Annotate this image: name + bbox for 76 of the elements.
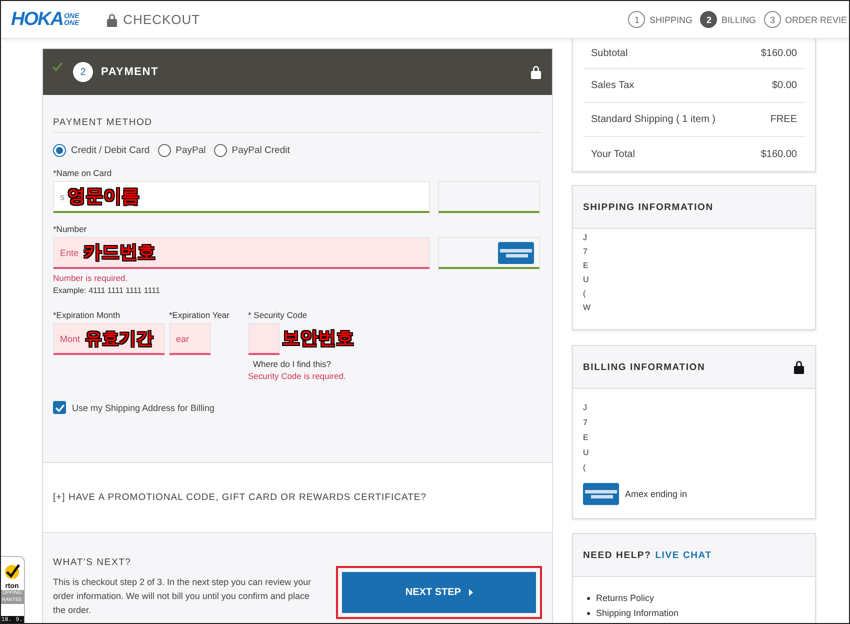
placeholder-text: Ente: [59, 248, 80, 258]
summary-label: Standard Shipping ( 1 item ): [591, 114, 716, 125]
help-link[interactable]: Returns Policy: [596, 591, 654, 606]
summary-label: Sales Tax: [591, 80, 634, 91]
text-field[interactable]: [248, 323, 280, 355]
checkout-step[interactable]: 3 ORDER REVIE: [764, 11, 847, 28]
promo-link[interactable]: [+] HAVE A PROMOTIONAL CODE, GIFT CARD OR REWARDS CERTIFICATE?: [53, 492, 426, 503]
lock-icon: [106, 12, 118, 26]
checkout-step[interactable]: 2 BILLING: [700, 11, 756, 28]
radio-button[interactable]: [158, 144, 171, 157]
placeholder-text: ear: [175, 334, 190, 344]
checkout-step[interactable]: 1 SHIPPING: [628, 11, 692, 28]
caret-icon: [468, 589, 473, 596]
address-line: 7: [583, 246, 588, 258]
help-link[interactable]: Where do I find this?: [253, 359, 354, 369]
checkbox[interactable]: [53, 401, 66, 414]
card-logo-icon: [498, 242, 534, 264]
address-line: (: [583, 288, 587, 300]
address-line: U: [583, 447, 590, 459]
radio-label[interactable]: PayPal: [176, 145, 206, 156]
summary-value: FREE: [770, 114, 797, 125]
address-line: W: [583, 302, 592, 314]
annotation-text: 보안번호: [282, 328, 354, 350]
next-step-button[interactable]: NEXT STEP: [342, 572, 536, 613]
checkbox-label[interactable]: Use my Shipping Address for Billing: [72, 402, 215, 412]
step-number: 2: [73, 62, 93, 82]
address-line: U: [583, 274, 590, 286]
address-line: J: [583, 402, 588, 414]
radio-label[interactable]: PayPal Credit: [232, 145, 290, 156]
page-title: CHECKOUT: [123, 12, 200, 27]
help-link[interactable]: Shipping Information: [596, 606, 679, 621]
checkmark-icon: [3, 563, 21, 581]
field-label: *Number: [53, 224, 88, 234]
text-field[interactable]: ear: [169, 323, 211, 355]
summary-label: Your Total: [591, 148, 635, 160]
summary-value: $160.00: [760, 148, 797, 160]
card-text: Amex ending in: [625, 489, 688, 499]
annotation-text: 영문이름: [68, 186, 140, 208]
section-heading: PAYMENT METHOD: [53, 117, 542, 133]
error-message: Security Code is required.: [248, 371, 347, 381]
hint-text: Example: 4111 1111 1111 1111: [53, 286, 161, 295]
text-field[interactable]: Ente 카드번호: [53, 237, 430, 269]
live-chat-link[interactable]: LIVE CHAT: [655, 550, 712, 560]
error-message: Number is required.: [53, 273, 129, 283]
address-line: (: [583, 462, 587, 474]
card-title: BILLING INFORMATION: [583, 362, 706, 372]
field-label: * Security Code: [248, 310, 308, 320]
radio-button[interactable]: [53, 144, 66, 157]
address-line: E: [583, 432, 590, 444]
info-text: This is checkout step 2 of 3. In the next step you can review your order information. We will not bill you until you confirm and place the order.: [53, 576, 312, 617]
radio-button[interactable]: [214, 144, 227, 157]
annotation-text: 카드번호: [84, 242, 156, 264]
bullet-icon: [587, 612, 590, 615]
bullet-icon: [587, 597, 590, 600]
address-line: E: [583, 260, 590, 272]
section-heading: WHAT'S NEXT?: [53, 557, 132, 568]
summary-label: Subtotal: [591, 48, 628, 59]
placeholder-text: s: [59, 192, 66, 202]
field-label: *Expiration Month: [53, 310, 122, 320]
text-field[interactable]: Mont 유효기간: [53, 323, 165, 355]
card-title: NEED HELP?: [583, 550, 652, 560]
lock-icon: [793, 360, 805, 374]
summary-value: $0.00: [772, 80, 797, 91]
address-line: 7: [583, 417, 588, 429]
field-label: *Name on Card: [53, 168, 113, 178]
address-line: J: [583, 232, 588, 244]
field-label: *Expiration Year: [169, 310, 230, 320]
card-title: SHIPPING INFORMATION: [583, 202, 714, 212]
section-title: PAYMENT: [101, 66, 159, 78]
radio-label[interactable]: Credit / Debit Card: [71, 145, 150, 156]
annotation-text: 유효기간: [85, 328, 154, 350]
text-field[interactable]: [438, 181, 540, 213]
lock-icon: [530, 65, 542, 79]
card-logo-icon: [583, 483, 619, 505]
summary-value: $160.00: [760, 48, 797, 59]
placeholder-text: Mont: [59, 334, 82, 344]
